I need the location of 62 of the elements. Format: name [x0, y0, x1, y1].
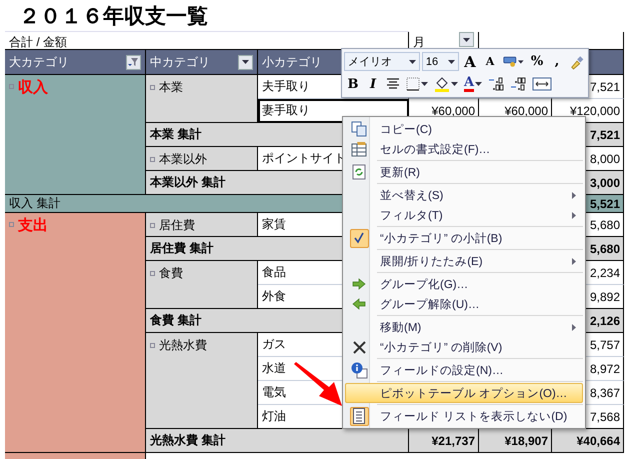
submenu-arrow-icon [572, 212, 576, 218]
left-arrow-icon [352, 298, 366, 310]
bold-button[interactable]: B [344, 74, 362, 94]
group-label: 支出 [18, 216, 48, 235]
delete-icon [352, 340, 366, 354]
list-icon [353, 408, 365, 424]
submenu-arrow-icon [572, 324, 576, 330]
subtotal-label: 光熱水費 集計 [146, 429, 409, 453]
table-icon [351, 141, 367, 157]
menu-item[interactable]: ピボットテーブル オプション(O)… [345, 383, 583, 403]
shrink-font-button[interactable]: A [480, 52, 499, 72]
submenu-arrow-icon [572, 192, 576, 198]
format-button[interactable]: % [528, 52, 546, 72]
submenu-arrow-icon [572, 258, 576, 264]
italic-button[interactable]: I [364, 74, 382, 94]
filter-button[interactable] [126, 54, 141, 70]
arrow [292, 362, 344, 408]
font-field[interactable]: メイリオ [344, 52, 420, 72]
column-field-label: 月 [413, 34, 426, 51]
border-icon [406, 77, 420, 92]
dropdown-button[interactable] [459, 32, 474, 47]
right-arrow-icon [352, 278, 366, 290]
copy-icon [351, 121, 367, 137]
value-cell: ¥21,737 [409, 429, 479, 453]
caret-icon [448, 60, 455, 64]
column-header: 小カテゴリ [262, 54, 322, 70]
format-button[interactable]: , [548, 52, 566, 72]
group-label: 収入 [18, 78, 48, 97]
decimal-icon [488, 77, 504, 92]
font-color-button[interactable]: A [462, 74, 484, 94]
caret-icon [451, 82, 458, 86]
brush-icon [570, 54, 584, 70]
row-label: 本業 [159, 79, 183, 96]
decimal-icon [510, 77, 526, 92]
column-header: 大カテゴリ [9, 54, 69, 70]
dropdown-button[interactable] [238, 54, 253, 70]
sheet-title: ２０１６年収支一覧 [5, 0, 409, 32]
font-size-field[interactable]: 16 [422, 52, 459, 72]
filter-icon [128, 57, 139, 67]
check-icon [353, 232, 365, 244]
value-cell: ¥18,907 [479, 429, 552, 453]
row-label: 食費 [159, 265, 183, 282]
caret-icon [463, 38, 470, 42]
align-center-icon [386, 78, 400, 90]
fill-color-button[interactable] [432, 74, 460, 94]
row-label: 光熱水費 [159, 337, 207, 354]
refresh-icon [352, 164, 366, 180]
caret-icon [421, 82, 428, 86]
grow-font-button[interactable]: A [460, 52, 479, 72]
column-header: 中カテゴリ [150, 54, 210, 70]
caret-icon [518, 60, 524, 64]
value-cell: ¥40,664 [552, 429, 624, 453]
table-cell: 妻手取り [258, 99, 409, 123]
caret-icon [408, 60, 416, 64]
caret-icon [475, 82, 482, 86]
row-label: 居住費 [159, 217, 195, 234]
paint-bucket-icon [434, 76, 450, 92]
info-icon [350, 362, 368, 378]
merge-icon [532, 77, 552, 92]
caret-icon [242, 60, 249, 64]
row-label: 本業以外 [159, 151, 207, 168]
money-icon [502, 54, 518, 69]
